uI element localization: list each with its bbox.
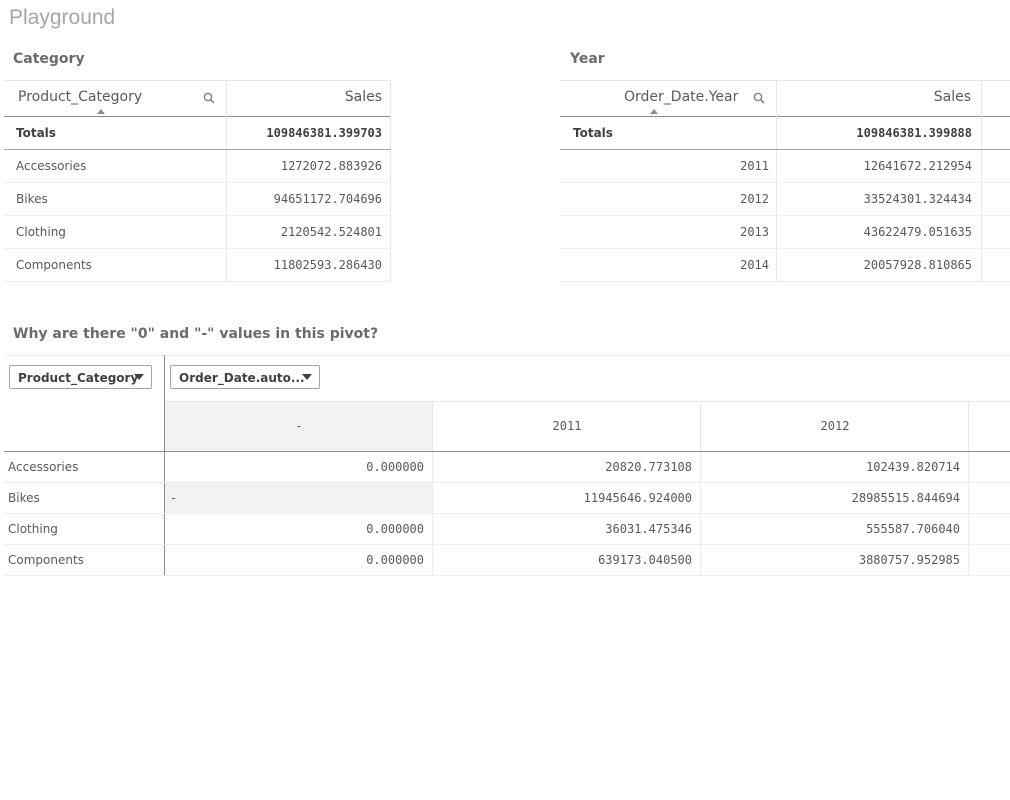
row-label[interactable]: 2011 — [560, 159, 769, 173]
row-value: 94651172.704696 — [273, 192, 382, 206]
table-row[interactable]: 2013 43622479.051635 — [560, 216, 1010, 249]
pivot-title: Why are there "0" and "-" values in this… — [13, 326, 379, 342]
sales-header[interactable]: Sales — [776, 89, 971, 105]
pivot-cell: 0.000000 — [366, 522, 424, 536]
pivot-row[interactable]: Bikes - 11945646.924000 28985515.844694 — [4, 483, 1010, 514]
table-row[interactable]: 2012 33524301.324434 — [560, 183, 1010, 216]
row-value: 20057928.810865 — [863, 258, 972, 272]
pivot-cell: 3880757.952985 — [858, 553, 960, 567]
year-table-title: Year — [570, 51, 605, 67]
table-row[interactable]: 2011 12641672.212954 — [560, 150, 1010, 183]
pivot-cell: 28985515.844694 — [851, 491, 960, 505]
column-header-2012[interactable]: 2012 — [701, 402, 969, 451]
order-date-year-header[interactable]: Order_Date.Year — [624, 89, 738, 105]
totals-value: 109846381.399888 — [856, 126, 972, 140]
table-row[interactable]: Clothing 2120542.524801 — [4, 216, 391, 249]
table-row[interactable]: Components 11802593.286430 — [4, 249, 391, 282]
pivot-cell: 36031.475346 — [605, 522, 692, 536]
column-header-null[interactable]: - — [165, 402, 433, 451]
row-label[interactable]: 2012 — [560, 192, 769, 206]
category-table: Product_Category Sales Totals 109846381.… — [4, 80, 391, 282]
totals-value: 109846381.399703 — [266, 126, 382, 140]
column-header-2011[interactable]: 2011 — [433, 402, 701, 451]
column-dimension-dropdown[interactable]: Order_Date.auto... — [170, 365, 320, 389]
row-label[interactable]: Accessories — [8, 460, 78, 474]
row-label[interactable]: Bikes — [16, 192, 48, 206]
pivot-cell: 11945646.924000 — [583, 491, 692, 505]
column-header-label: 2011 — [552, 419, 582, 433]
pivot-cell: 0.000000 — [366, 553, 424, 567]
totals-row: Totals 109846381.399888 — [560, 117, 1010, 150]
row-value: 1272072.883926 — [280, 159, 382, 173]
totals-row: Totals 109846381.399703 — [4, 117, 391, 150]
pivot-table: Product_Category Order_Date.auto... - 20… — [4, 355, 1010, 576]
category-table-title: Category — [13, 51, 85, 67]
search-icon[interactable] — [753, 92, 765, 104]
row-dimension-label: Product_Category — [18, 371, 139, 385]
row-label[interactable]: Clothing — [8, 522, 58, 536]
row-label[interactable]: Components — [16, 258, 92, 272]
row-value: 2120542.524801 — [280, 225, 382, 239]
pivot-cell: - — [170, 491, 178, 505]
search-icon[interactable] — [203, 92, 215, 104]
year-table: Order_Date.Year Sales Totals 109846381.3… — [560, 80, 1010, 282]
pivot-row[interactable]: Accessories 0.000000 20820.773108 102439… — [4, 452, 1010, 483]
column-dimension-label: Order_Date.auto... — [179, 371, 305, 385]
sort-ascending-icon — [650, 109, 658, 114]
column-header-label: - — [295, 419, 303, 433]
pivot-cell: 639173.040500 — [598, 553, 692, 567]
totals-label: Totals — [16, 126, 56, 140]
sales-header[interactable]: Sales — [345, 89, 382, 105]
row-value: 11802593.286430 — [273, 258, 382, 272]
pivot-cell: 555587.706040 — [866, 522, 960, 536]
row-label[interactable]: Components — [8, 553, 84, 567]
table-row[interactable]: Bikes 94651172.704696 — [4, 183, 391, 216]
pivot-cell: 0.000000 — [366, 460, 424, 474]
row-value: 43622479.051635 — [863, 225, 972, 239]
pivot-cell: 102439.820714 — [866, 460, 960, 474]
chevron-down-icon — [302, 374, 312, 380]
null-cell — [165, 483, 433, 513]
pivot-cell: 20820.773108 — [605, 460, 692, 474]
table-row[interactable]: Accessories 1272072.883926 — [4, 150, 391, 183]
totals-label: Totals — [573, 126, 613, 140]
row-label[interactable]: Accessories — [16, 159, 86, 173]
pivot-row[interactable]: Components 0.000000 639173.040500 388075… — [4, 545, 1010, 576]
row-dimension-dropdown[interactable]: Product_Category — [9, 365, 152, 389]
row-value: 33524301.324434 — [863, 192, 972, 206]
row-label[interactable]: Clothing — [16, 225, 66, 239]
row-label[interactable]: 2014 — [560, 258, 769, 272]
table-row[interactable]: 2014 20057928.810865 — [560, 249, 1010, 282]
row-label[interactable]: 2013 — [560, 225, 769, 239]
row-value: 12641672.212954 — [863, 159, 972, 173]
column-header-label: 2012 — [820, 419, 850, 433]
sheet-title: Playground — [9, 6, 116, 29]
product-category-header[interactable]: Product_Category — [18, 89, 142, 105]
pivot-row[interactable]: Clothing 0.000000 36031.475346 555587.70… — [4, 514, 1010, 545]
chevron-down-icon — [134, 374, 144, 380]
row-label[interactable]: Bikes — [8, 491, 40, 505]
sort-ascending-icon — [97, 109, 105, 114]
